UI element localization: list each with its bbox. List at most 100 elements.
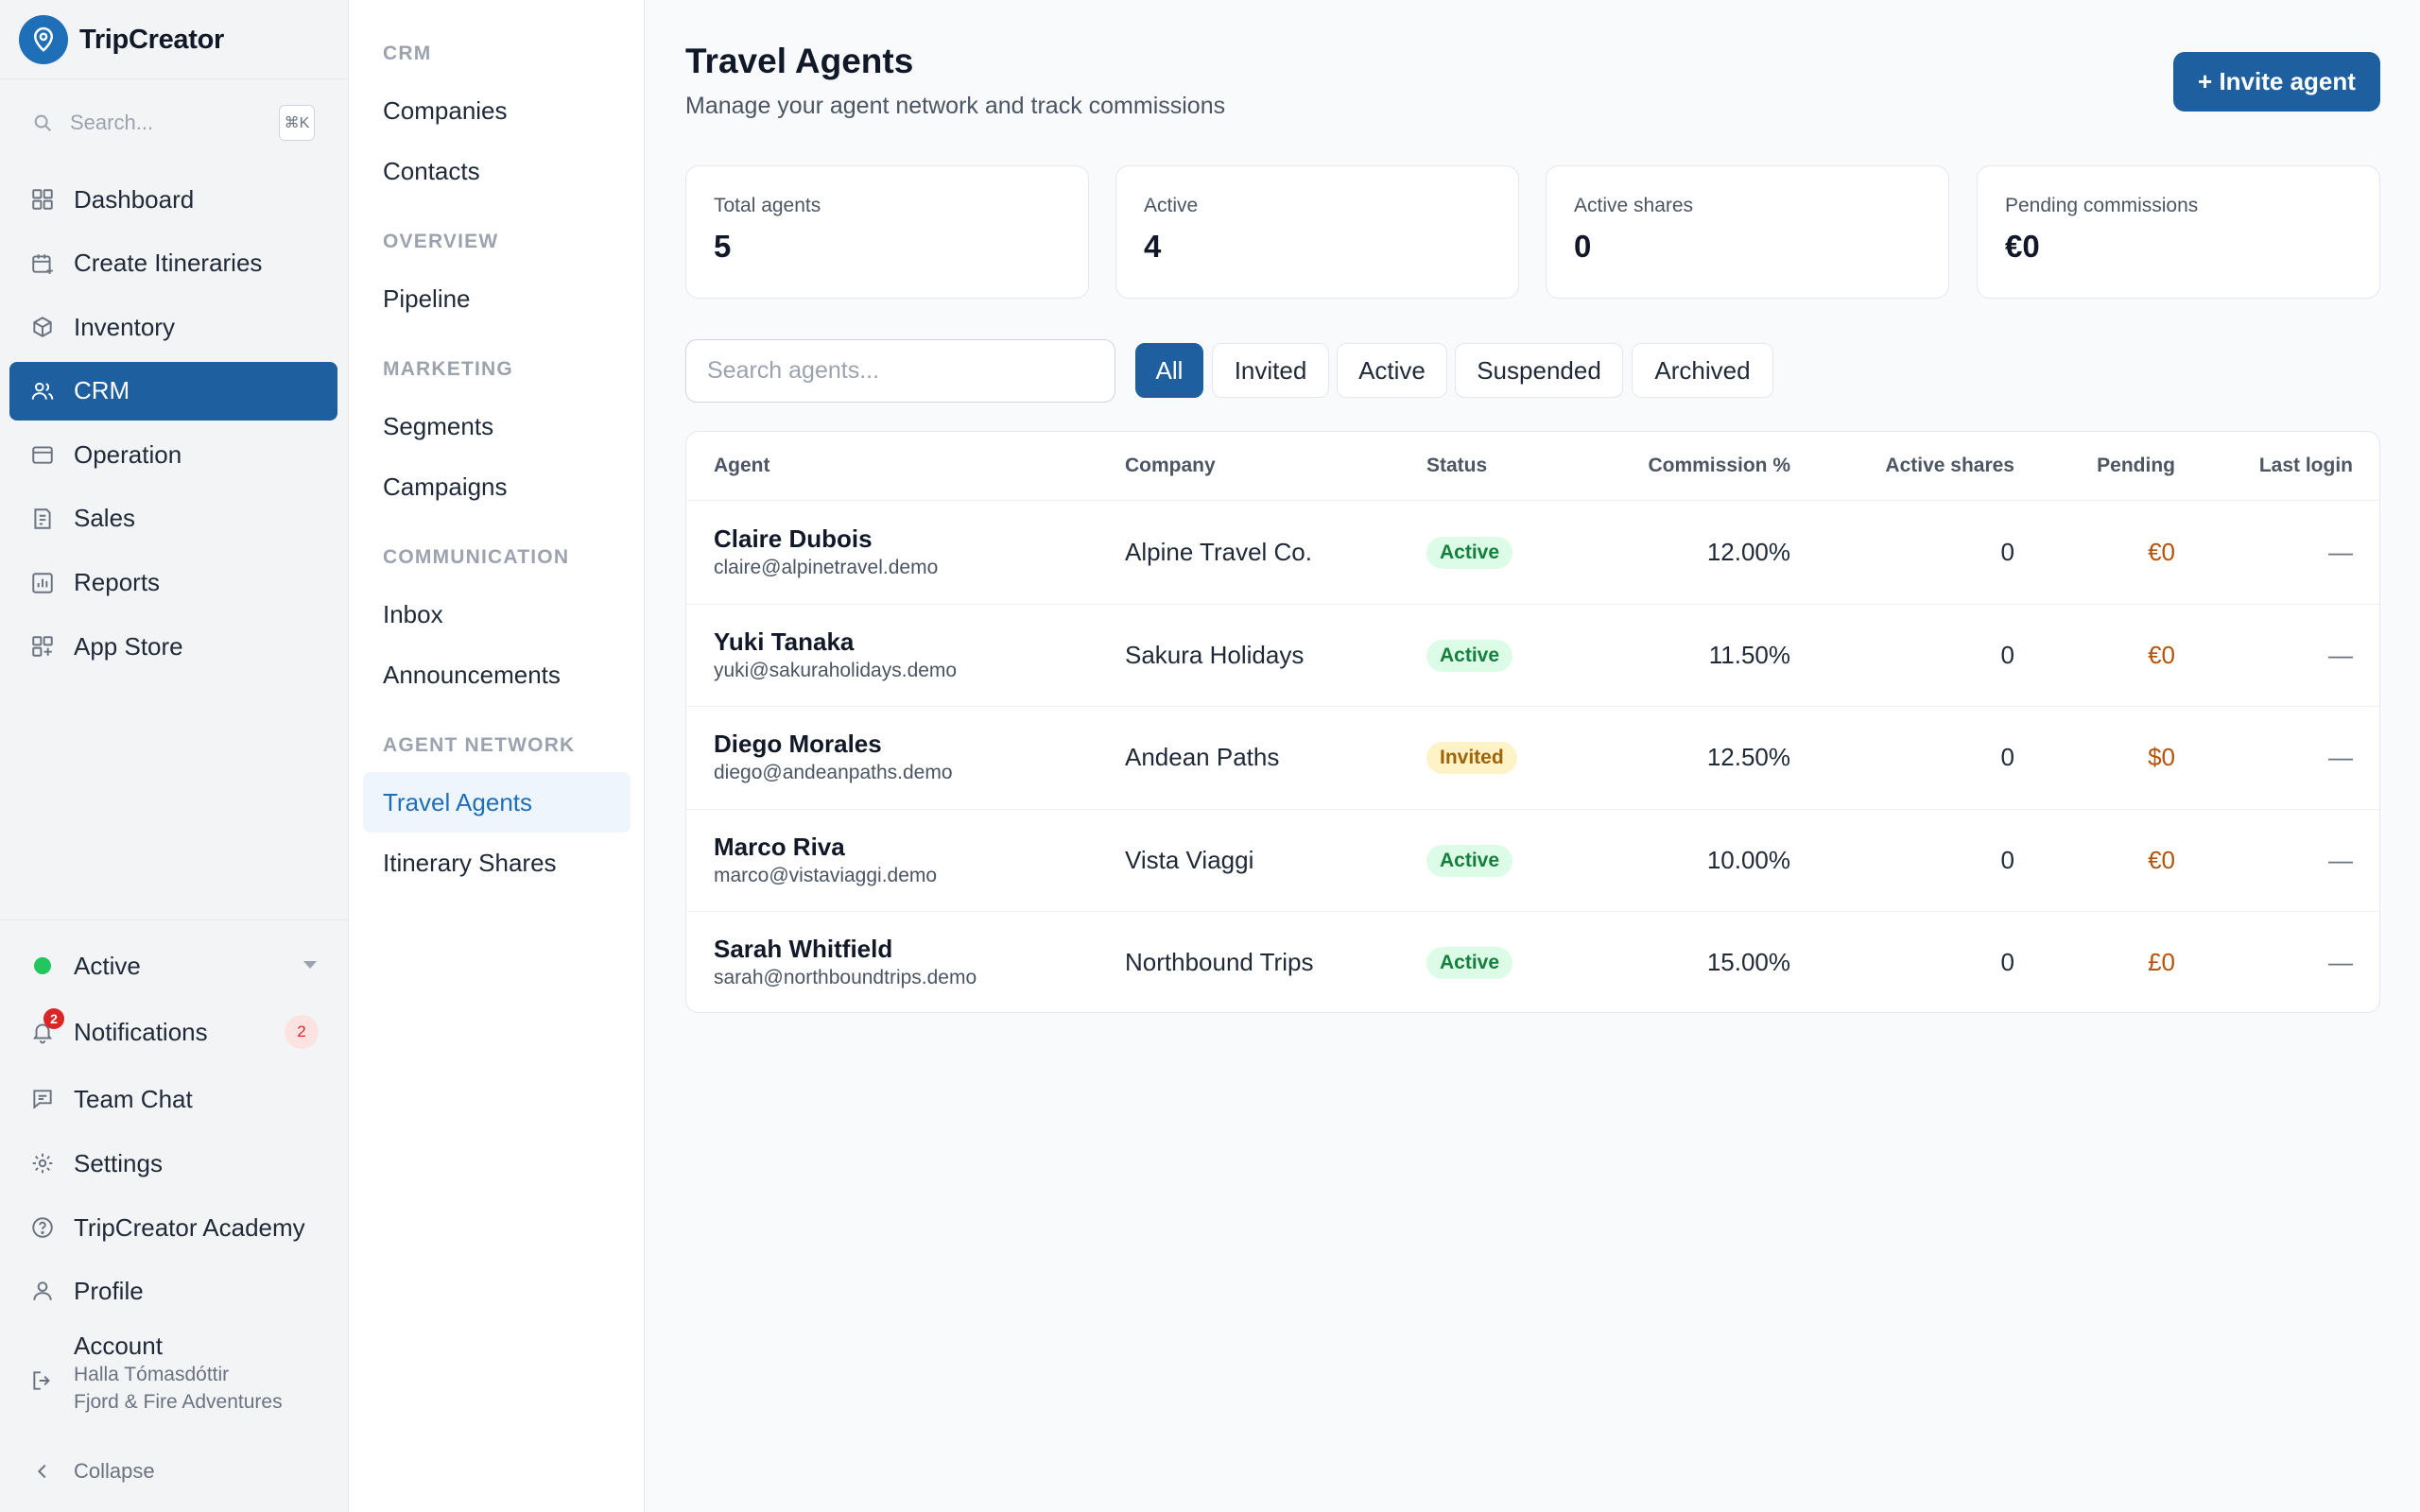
status-dot-icon	[28, 952, 57, 980]
subnav-item-segments[interactable]: Segments	[363, 396, 631, 456]
stat-card-active: Active 4	[1115, 165, 1519, 299]
nav-item-crm[interactable]: CRM	[9, 361, 337, 421]
commission-value: 15.00%	[1706, 948, 1790, 977]
academy-label: TripCreator Academy	[74, 1212, 305, 1242]
agent-email: claire@alpinetravel.demo	[714, 557, 939, 578]
filter-tab-active[interactable]: Active	[1337, 343, 1447, 398]
last-login-value: —	[2328, 743, 2353, 772]
nav-label: Reports	[74, 568, 161, 597]
filter-tab-suspended[interactable]: Suspended	[1455, 343, 1623, 398]
agent-name: Yuki Tanaka	[714, 627, 855, 656]
table-row[interactable]: Diego Morales diego@andeanpaths.demo And…	[686, 707, 2379, 810]
briefcase-icon	[28, 440, 57, 469]
subnav-item-travel-agents[interactable]: Travel Agents	[363, 772, 631, 833]
filter-tab-invited[interactable]: Invited	[1212, 343, 1329, 398]
stat-label: Pending commissions	[2005, 195, 2199, 216]
table-row[interactable]: Marco Riva marco@vistaviaggi.demo Vista …	[686, 810, 2379, 913]
table-row[interactable]: Yuki Tanaka yuki@sakuraholidays.demo Sak…	[686, 605, 2379, 708]
commission-value: 10.00%	[1706, 845, 1790, 874]
collapse-button[interactable]: Collapse	[28, 1455, 155, 1487]
agent-search-input[interactable]: Search agents...	[685, 339, 1115, 403]
search-icon	[30, 111, 55, 135]
subnav-item-itinerary-shares[interactable]: Itinerary Shares	[363, 833, 631, 893]
nav-item-app-store[interactable]: App Store	[9, 617, 337, 676]
subnav-item-contacts[interactable]: Contacts	[363, 141, 631, 201]
account-button[interactable]: Account Halla Tómasdóttir Fjord & Fire A…	[9, 1331, 337, 1416]
divider	[0, 78, 349, 79]
status-label: Active	[74, 951, 141, 980]
nav-item-dashboard[interactable]: Dashboard	[9, 170, 337, 229]
status-badge: Invited	[1426, 742, 1517, 775]
column-header-commission[interactable]: Commission %	[1648, 455, 1790, 477]
chart-icon	[28, 569, 57, 597]
notifications-button[interactable]: 2 Notifications 2	[9, 1003, 337, 1061]
settings-label: Settings	[74, 1148, 163, 1177]
table-row[interactable]: Claire Dubois claire@alpinetravel.demo A…	[686, 502, 2379, 605]
last-login-value: —	[2328, 948, 2353, 977]
receipt-icon	[28, 505, 57, 533]
last-login-value: —	[2328, 845, 2353, 874]
status-selector[interactable]: Active	[9, 936, 337, 995]
pending-value: €0	[2148, 845, 2175, 874]
profile-button[interactable]: Profile	[9, 1262, 337, 1320]
help-circle-icon	[28, 1213, 57, 1242]
stat-label: Total agents	[714, 195, 821, 216]
column-header-last-login[interactable]: Last login	[2259, 455, 2353, 477]
status-badge: Active	[1426, 537, 1513, 569]
column-header-status[interactable]: Status	[1426, 455, 1487, 477]
active-shares-value: 0	[2000, 640, 2014, 669]
settings-button[interactable]: Settings	[9, 1134, 337, 1193]
pending-value: €0	[2148, 538, 2175, 566]
nav-label: App Store	[74, 631, 183, 661]
agents-table: Agent Company Status Commission % Active…	[685, 431, 2380, 1013]
subnav-item-inbox[interactable]: Inbox	[363, 584, 631, 644]
agent-email: marco@vistaviaggi.demo	[714, 864, 938, 886]
nav-item-create-itineraries[interactable]: Create Itineraries	[9, 234, 337, 293]
nav-item-reports[interactable]: Reports	[9, 554, 337, 612]
subnav-item-companies[interactable]: Companies	[363, 80, 631, 141]
apps-plus-icon	[28, 632, 57, 661]
column-header-company[interactable]: Company	[1125, 455, 1216, 477]
subnav-item-announcements[interactable]: Announcements	[363, 644, 631, 705]
nav-label: Sales	[74, 504, 136, 533]
table-row[interactable]: Sarah Whitfield sarah@northboundtrips.de…	[686, 912, 2379, 1012]
commission-value: 12.50%	[1706, 743, 1790, 772]
academy-button[interactable]: TripCreator Academy	[9, 1198, 337, 1257]
column-header-pending[interactable]: Pending	[2097, 455, 2175, 477]
bell-icon: 2	[28, 1008, 64, 1046]
pending-value: £0	[2148, 948, 2175, 977]
table-header: Agent Company Status Commission % Active…	[686, 432, 2379, 501]
agent-name: Claire Dubois	[714, 524, 873, 553]
logout-icon	[28, 1366, 57, 1395]
filter-tab-archived[interactable]: Archived	[1632, 343, 1773, 398]
commission-value: 12.00%	[1706, 538, 1790, 566]
agent-company: Alpine Travel Co.	[1125, 538, 1312, 566]
primary-sidebar: TripCreator Search... ⌘K Dashboard Creat…	[0, 0, 349, 1512]
page-title: Travel Agents	[685, 42, 914, 80]
agent-name: Diego Morales	[714, 730, 882, 759]
status-badge: Active	[1426, 947, 1513, 980]
stat-label: Active	[1144, 195, 1199, 216]
subnav-item-campaigns[interactable]: Campaigns	[363, 456, 631, 517]
chat-icon	[28, 1085, 57, 1113]
account-label: Account	[74, 1332, 163, 1360]
agent-email: diego@andeanpaths.demo	[714, 762, 953, 784]
nav-label: Operation	[74, 439, 182, 469]
filter-tab-all[interactable]: All	[1135, 343, 1203, 398]
nav-label: Dashboard	[74, 184, 195, 214]
calendar-plus-icon	[28, 249, 57, 278]
subnav-item-pipeline[interactable]: Pipeline	[363, 268, 631, 329]
grid-icon	[28, 185, 57, 214]
global-search[interactable]: Search... ⌘K	[19, 99, 315, 146]
team-chat-button[interactable]: Team Chat	[9, 1070, 337, 1128]
nav-item-operation[interactable]: Operation	[9, 425, 337, 484]
brand[interactable]: TripCreator	[19, 15, 224, 64]
column-header-agent[interactable]: Agent	[714, 455, 770, 477]
column-header-active-shares[interactable]: Active shares	[1885, 455, 2014, 477]
invite-agent-button[interactable]: + Invite agent	[2173, 52, 2380, 112]
search-placeholder: Search...	[70, 111, 154, 134]
last-login-value: —	[2328, 538, 2353, 566]
commission-value: 11.50%	[1708, 640, 1790, 669]
nav-item-inventory[interactable]: Inventory	[9, 298, 337, 356]
nav-item-sales[interactable]: Sales	[9, 490, 337, 548]
